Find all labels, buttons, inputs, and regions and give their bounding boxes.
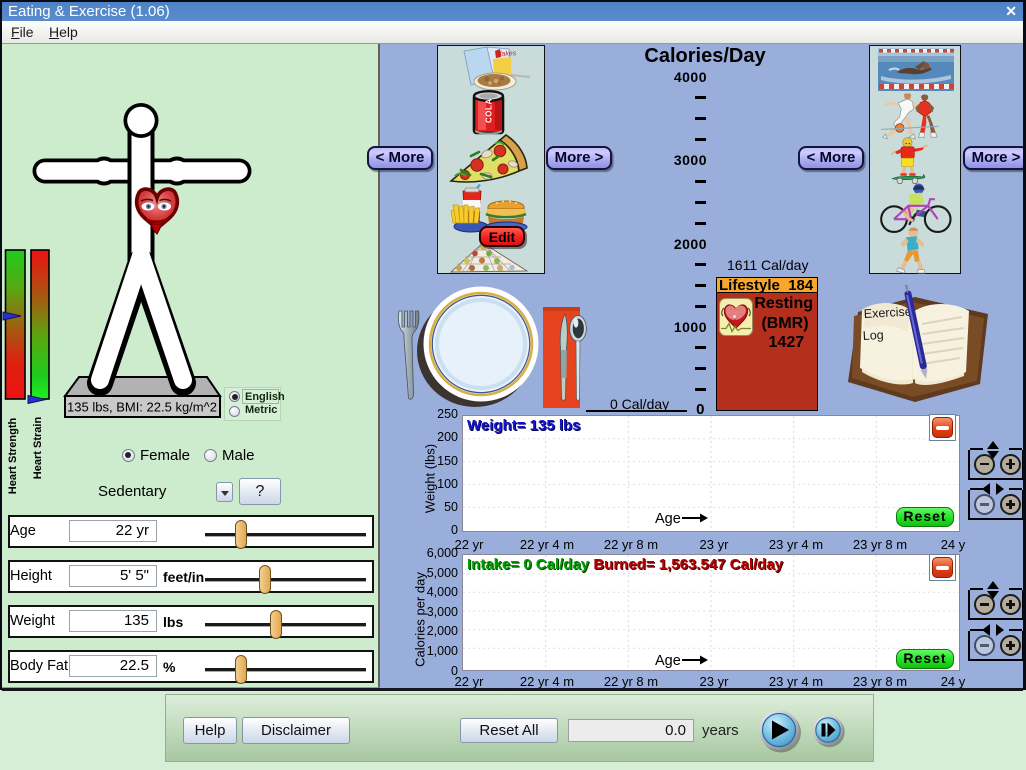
svg-text:Exercise: Exercise bbox=[863, 305, 912, 321]
svg-text:Log: Log bbox=[862, 328, 884, 343]
svg-text:COLA: COLA bbox=[485, 98, 494, 123]
svg-text:lakes: lakes bbox=[500, 50, 517, 58]
svg-text:135 lbs, BMI: 22.5 kg/m^2: 135 lbs, BMI: 22.5 kg/m^2 bbox=[67, 400, 217, 415]
